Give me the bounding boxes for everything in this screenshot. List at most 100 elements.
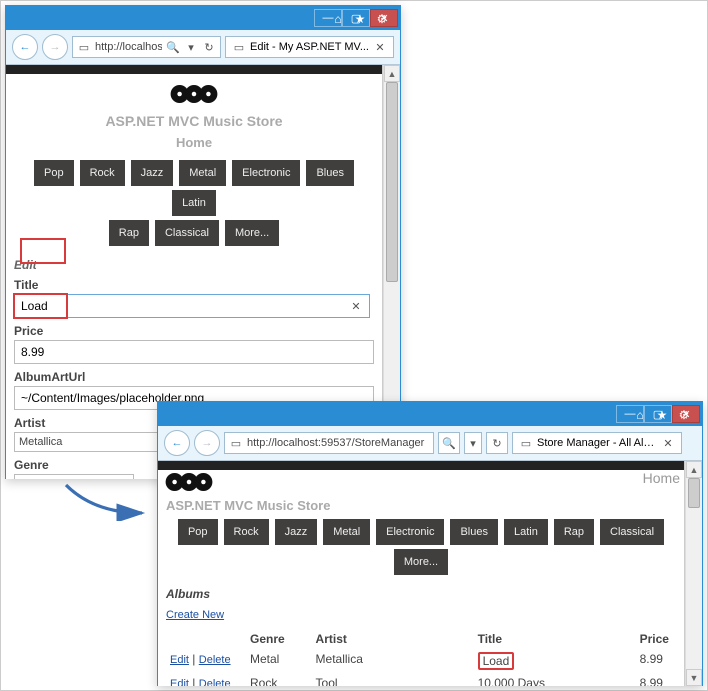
category-chip[interactable]: Latin xyxy=(504,519,548,545)
scroll-up-icon[interactable]: ▲ xyxy=(686,461,702,478)
browser-window-albums: — ▢ ✕ ← → ▭ http://localhost:59537/Store… xyxy=(157,401,703,686)
category-chip[interactable]: Latin xyxy=(172,190,216,216)
category-chip[interactable]: Rock xyxy=(80,160,125,186)
chevron-down-icon: ▾ xyxy=(123,478,129,480)
cell-artist: Metallica xyxy=(312,649,474,673)
search-icon[interactable]: 🔍 xyxy=(166,40,180,54)
tab-close-icon[interactable]: ✕ xyxy=(661,436,675,450)
genre-value: Metal xyxy=(19,478,46,479)
cell-genre: Metal xyxy=(246,649,312,673)
table-row: Edit | Delete Rock Tool 10,000 Days 8.99 xyxy=(166,673,676,686)
genre-select[interactable]: Metal ▾ xyxy=(14,474,134,479)
scroll-thumb[interactable] xyxy=(386,82,398,282)
tools-icon[interactable]: ⚙ xyxy=(674,405,694,425)
category-chip[interactable]: Rap xyxy=(554,519,594,545)
home-heading: Home xyxy=(14,135,374,150)
search-icon[interactable]: 🔍 xyxy=(438,432,460,454)
scroll-down-icon[interactable]: ▼ xyxy=(686,669,702,686)
tab-title: Store Manager - All Albums... xyxy=(537,437,657,449)
browser-chrome: ← → ▭ http://localhost:59537/StoreManage… xyxy=(158,426,702,461)
back-button[interactable]: ← xyxy=(12,34,38,60)
category-chip[interactable]: Rock xyxy=(224,519,269,545)
address-bar[interactable]: ▭ http://localhost:59537/Store 🔍 ▾ ↻ xyxy=(72,36,221,58)
category-chip[interactable]: Classical xyxy=(155,220,219,246)
home-icon[interactable]: ⌂ xyxy=(630,405,650,425)
column-header: Title xyxy=(474,629,636,649)
tab-close-icon[interactable]: ✕ xyxy=(373,40,387,54)
edit-link[interactable]: Edit xyxy=(170,678,189,686)
category-bar-2: RapClassicalMore... xyxy=(14,218,374,248)
edit-link[interactable]: Edit xyxy=(170,654,189,666)
top-stripe xyxy=(6,65,382,74)
category-chip[interactable]: More... xyxy=(394,549,448,575)
back-button[interactable]: ← xyxy=(164,430,190,456)
brand-title: ASP.NET MVC Music Store xyxy=(14,113,374,129)
favorites-icon[interactable]: ★ xyxy=(652,405,672,425)
brand-title: ASP.NET MVC Music Store xyxy=(166,498,676,513)
clear-icon[interactable]: ✕ xyxy=(349,299,363,313)
arturl-label: AlbumArtUrl xyxy=(14,370,374,384)
price-label: Price xyxy=(14,324,374,338)
refresh-icon[interactable]: ↻ xyxy=(486,432,508,454)
price-input[interactable] xyxy=(21,345,367,359)
table-row: Edit | Delete Metal Metallica Load 8.99 xyxy=(166,649,676,673)
title-input[interactable] xyxy=(21,299,349,313)
cell-artist: Tool xyxy=(312,673,474,686)
category-bar: PopRockJazzMetalElectronicBluesLatinRapC… xyxy=(166,517,676,577)
category-chip[interactable]: More... xyxy=(225,220,279,246)
highlight-title-cell: Load xyxy=(478,652,515,670)
forward-button[interactable]: → xyxy=(42,34,68,60)
price-input-wrap xyxy=(14,340,374,364)
category-chip[interactable]: Metal xyxy=(179,160,226,186)
home-icon[interactable]: ⌂ xyxy=(328,9,348,29)
favorites-icon[interactable]: ★ xyxy=(350,9,370,29)
tab-favicon: ▭ xyxy=(232,40,246,54)
category-chip[interactable]: Electronic xyxy=(376,519,444,545)
address-bar[interactable]: ▭ http://localhost:59537/StoreManager xyxy=(224,432,434,454)
column-header: Price xyxy=(636,629,676,649)
home-link[interactable]: Home xyxy=(643,470,680,486)
dropdown-icon[interactable]: ▾ xyxy=(184,40,198,54)
category-chip[interactable]: Metal xyxy=(323,519,370,545)
browser-chrome: ← → ▭ http://localhost:59537/Store 🔍 ▾ ↻… xyxy=(6,30,400,65)
artist-value: Metallica xyxy=(19,436,62,448)
cell-price: 8.99 xyxy=(636,673,676,686)
vertical-scrollbar[interactable]: ▲ ▼ xyxy=(685,461,702,686)
category-chip[interactable]: Electronic xyxy=(232,160,300,186)
page-icon: ▭ xyxy=(229,436,243,450)
browser-tab[interactable]: ▭ Store Manager - All Albums... ✕ xyxy=(512,432,682,454)
section-heading: Albums xyxy=(166,587,676,601)
forward-button[interactable]: → xyxy=(194,430,220,456)
page-icon: ▭ xyxy=(77,40,91,54)
cell-price: 8.99 xyxy=(636,649,676,673)
logo xyxy=(14,80,374,111)
window-tools: ⌂ ★ ⚙ xyxy=(630,405,694,425)
category-chip[interactable]: Pop xyxy=(34,160,74,186)
delete-link[interactable]: Delete xyxy=(199,678,231,686)
column-header: Artist xyxy=(312,629,474,649)
dropdown-icon[interactable]: ▾ xyxy=(464,432,482,454)
column-header: Genre xyxy=(246,629,312,649)
category-bar: PopRockJazzMetalElectronicBlues Latin xyxy=(14,158,374,218)
category-chip[interactable]: Blues xyxy=(450,519,498,545)
tools-icon[interactable]: ⚙ xyxy=(372,9,392,29)
scroll-thumb[interactable] xyxy=(688,478,700,508)
category-chip[interactable]: Classical xyxy=(600,519,664,545)
top-stripe xyxy=(158,461,684,470)
category-chip[interactable]: Jazz xyxy=(275,519,318,545)
cell-title: 10,000 Days xyxy=(474,673,636,686)
albums-table: GenreArtistTitlePrice Edit | Delete Meta… xyxy=(166,629,676,686)
browser-tab[interactable]: ▭ Edit - My ASP.NET MV... ✕ xyxy=(225,36,394,58)
section-heading: Edit xyxy=(14,258,374,272)
delete-link[interactable]: Delete xyxy=(199,654,231,666)
create-new-link[interactable]: Create New xyxy=(166,609,224,621)
title-label: Title xyxy=(14,278,374,292)
category-chip[interactable]: Rap xyxy=(109,220,149,246)
scroll-up-icon[interactable]: ▲ xyxy=(384,65,400,82)
category-chip[interactable]: Jazz xyxy=(131,160,174,186)
category-chip[interactable]: Pop xyxy=(178,519,218,545)
refresh-icon[interactable]: ↻ xyxy=(202,40,216,54)
logo xyxy=(162,468,216,499)
category-chip[interactable]: Blues xyxy=(306,160,354,186)
window-tools: ⌂ ★ ⚙ xyxy=(328,9,392,29)
